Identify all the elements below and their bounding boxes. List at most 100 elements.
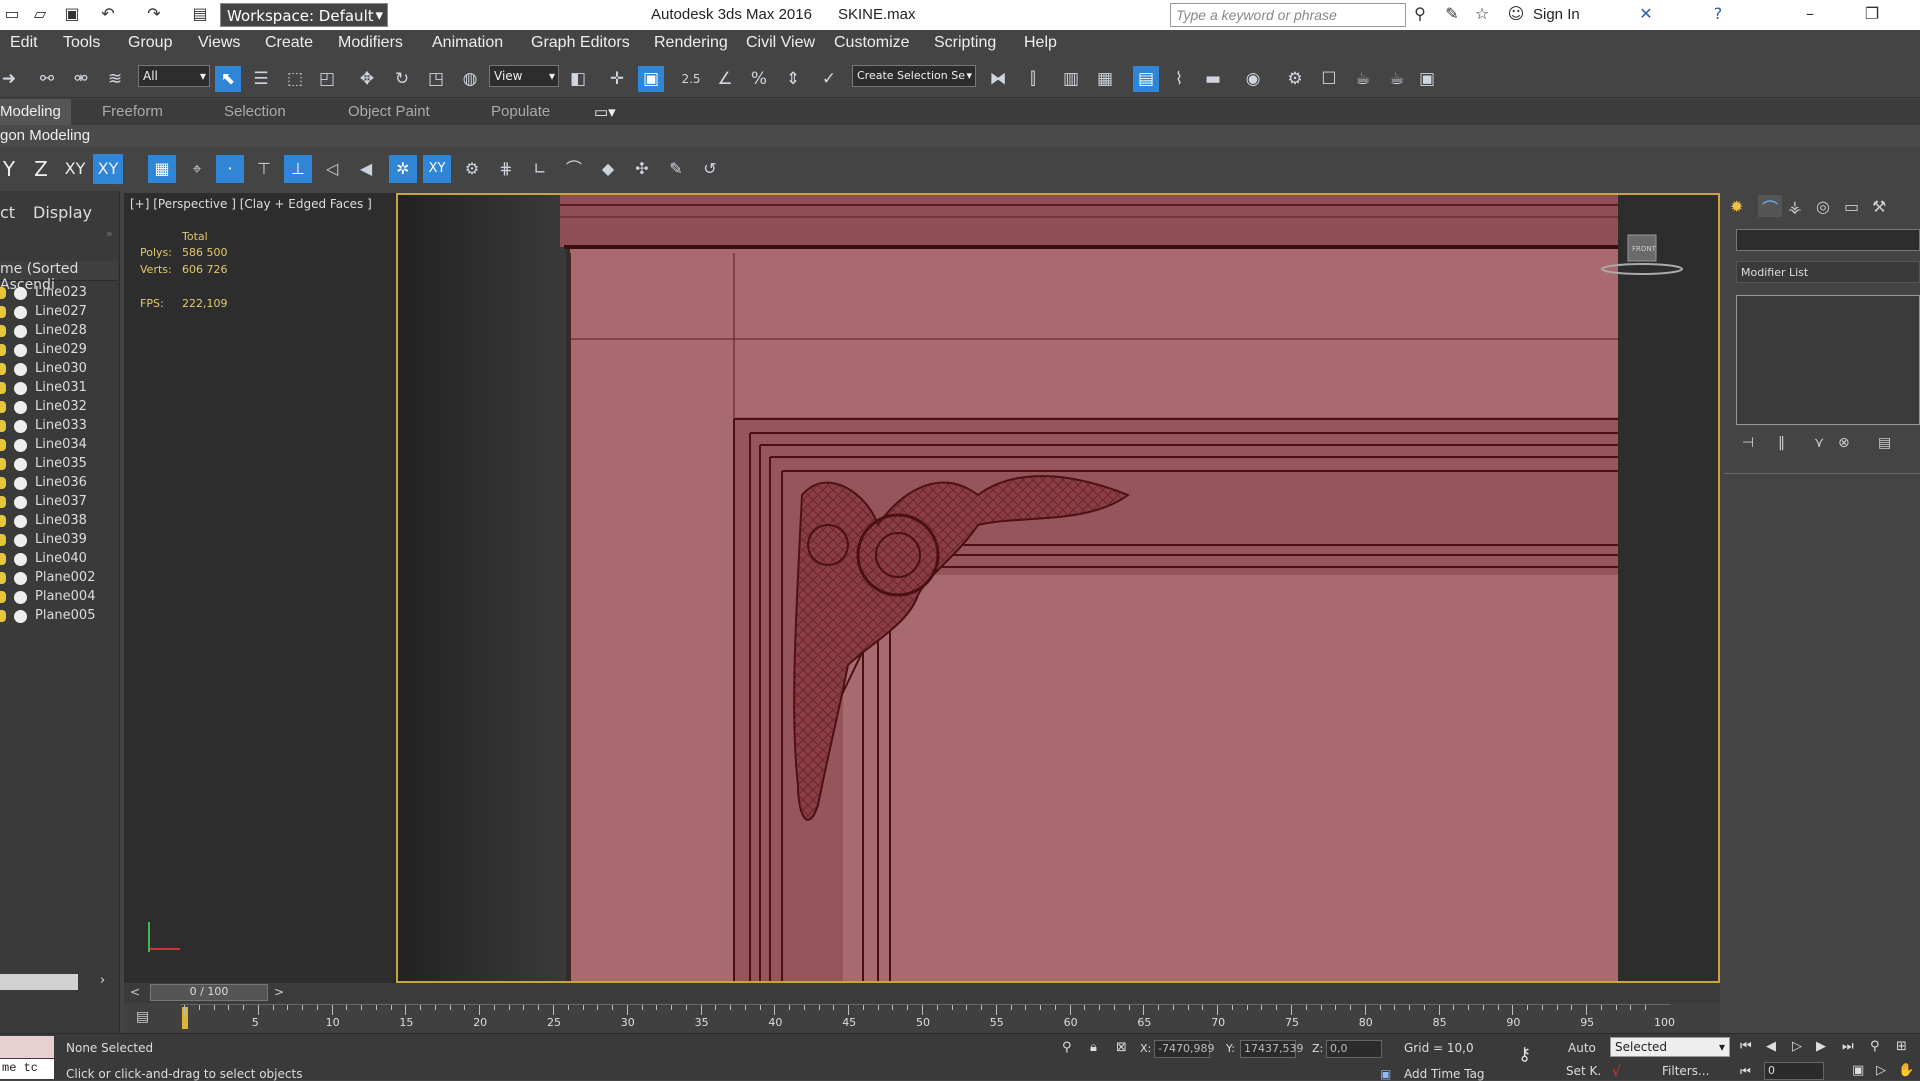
scale-icon[interactable]: ◳ bbox=[423, 66, 449, 92]
list-item[interactable]: Line030 bbox=[0, 360, 118, 379]
user-icon[interactable]: ☺ bbox=[1506, 5, 1526, 23]
grid-snap-icon[interactable]: ▦ bbox=[148, 155, 176, 183]
keyboard-shortcut-override-icon[interactable]: ▣ bbox=[638, 66, 664, 92]
search-input[interactable]: Type a keyword or phrase bbox=[1170, 3, 1406, 27]
list-item[interactable]: Line037 bbox=[0, 493, 118, 512]
track-bar[interactable]: ▤ 5 10 15 20 25 30 35 40 45 50 55 60 65 70 75 80 85 90 95 1… bbox=[124, 1003, 1720, 1033]
lightbulb-icon[interactable] bbox=[0, 401, 6, 413]
a360-render-icon[interactable]: ▣ bbox=[1414, 66, 1440, 92]
workspace-dropdown[interactable]: Workspace: Default ▾ bbox=[220, 3, 388, 27]
freeze-icon[interactable] bbox=[14, 591, 27, 604]
create-tab-icon[interactable]: ✹ bbox=[1730, 197, 1743, 216]
favorites-star-icon[interactable]: ☆ bbox=[1472, 5, 1492, 23]
time-tag-icon[interactable]: ▣ bbox=[1380, 1067, 1391, 1081]
freeze-icon[interactable] bbox=[14, 496, 27, 509]
freeze-icon[interactable] bbox=[14, 420, 27, 433]
select-object-icon[interactable]: ⬉ bbox=[215, 66, 241, 92]
axis-z-button[interactable]: Z bbox=[26, 154, 56, 184]
key-mode-icon[interactable]: ⏮︎ bbox=[1740, 1064, 1751, 1079]
pivot-point-snap-icon[interactable]: ✎ bbox=[662, 155, 690, 183]
grid-points-icon[interactable]: ⋕ bbox=[492, 155, 520, 183]
endpoint-snap-icon[interactable]: ⊤ bbox=[250, 155, 278, 183]
current-frame-marker[interactable] bbox=[182, 1007, 188, 1029]
unlink-icon[interactable]: ⚮ bbox=[68, 66, 94, 92]
freeze-icon[interactable] bbox=[14, 363, 27, 376]
freeze-icon[interactable] bbox=[14, 477, 27, 490]
redo-icon[interactable]: ↷ bbox=[144, 5, 164, 23]
add-time-tag[interactable]: Add Time Tag bbox=[1404, 1067, 1485, 1081]
curve-editor-icon[interactable]: ⌇ bbox=[1166, 66, 1192, 92]
current-frame-field[interactable]: 0 bbox=[1764, 1062, 1824, 1080]
lightbulb-icon[interactable] bbox=[0, 553, 6, 565]
key-filters-button[interactable]: Filters... bbox=[1662, 1064, 1709, 1078]
list-item[interactable]: Line023 bbox=[0, 284, 118, 303]
move-icon[interactable]: ✥ bbox=[354, 66, 380, 92]
snap-axis-constraint-icon[interactable]: XY bbox=[423, 155, 451, 183]
project-folder-icon[interactable]: ▤ bbox=[190, 5, 210, 23]
select-by-name-icon[interactable]: ☰ bbox=[248, 66, 274, 92]
maxscript-listener-pink[interactable] bbox=[0, 1036, 54, 1058]
time-config-icon[interactable]: ▣ bbox=[1852, 1063, 1864, 1078]
render-production-icon[interactable]: ☕ bbox=[1350, 66, 1376, 92]
lightbulb-icon[interactable] bbox=[0, 287, 6, 299]
display-tab-icon[interactable]: ▭ bbox=[1844, 197, 1859, 216]
rotate-icon[interactable]: ↻ bbox=[389, 66, 415, 92]
named-selection-set-dropdown[interactable]: Create Selection Se ▾ bbox=[852, 65, 976, 87]
horizontal-scrollbar[interactable] bbox=[0, 974, 78, 990]
scene-tab-display[interactable]: Display bbox=[33, 203, 92, 222]
menu-civil-view[interactable]: Civil View bbox=[746, 34, 815, 52]
list-item[interactable]: Line039 bbox=[0, 531, 118, 550]
configure-sets-icon[interactable]: ▤ bbox=[1878, 435, 1891, 451]
motion-tab-icon[interactable]: ◎ bbox=[1816, 197, 1830, 216]
freeze-icon[interactable] bbox=[14, 610, 27, 623]
list-item[interactable]: Line032 bbox=[0, 398, 118, 417]
modifier-stack[interactable] bbox=[1736, 295, 1920, 425]
menu-tools[interactable]: Tools bbox=[63, 34, 100, 52]
angle-snap-icon[interactable]: ∠ bbox=[712, 66, 738, 92]
list-item[interactable]: Plane005 bbox=[0, 607, 118, 626]
list-item[interactable]: Line036 bbox=[0, 474, 118, 493]
list-item[interactable]: Plane004 bbox=[0, 588, 118, 607]
layer-explorer-icon[interactable]: ▥ bbox=[1058, 66, 1084, 92]
snap-settings-icon[interactable]: ⚙ bbox=[458, 155, 486, 183]
placement-icon[interactable]: ◍ bbox=[457, 66, 483, 92]
menu-modifiers[interactable]: Modifiers bbox=[338, 34, 403, 52]
lightbulb-icon[interactable] bbox=[0, 306, 6, 318]
viewport-label-menu[interactable]: [+] [Perspective ] [Clay + Edged Faces ] bbox=[130, 197, 372, 211]
percent-snap-icon[interactable]: % bbox=[746, 66, 772, 92]
rectangular-selection-icon[interactable]: ⬚ bbox=[282, 66, 308, 92]
menu-group[interactable]: Group bbox=[128, 34, 172, 52]
reference-coordinate-dropdown[interactable]: View ▾ bbox=[489, 65, 559, 87]
time-slider[interactable]: 0 / 100 bbox=[150, 984, 268, 1001]
set-key-curve-icon[interactable]: √ bbox=[1612, 1064, 1621, 1080]
perspective-viewport[interactable]: FRONT bbox=[396, 193, 1720, 983]
expand-panel-icon[interactable]: » bbox=[106, 227, 113, 240]
menu-create[interactable]: Create bbox=[265, 34, 313, 52]
menu-scripting[interactable]: Scripting bbox=[934, 34, 996, 52]
freeze-icon[interactable] bbox=[14, 458, 27, 471]
minimize-icon[interactable]: – bbox=[1800, 5, 1820, 23]
spinner-snap-icon[interactable]: ⇕ bbox=[780, 66, 806, 92]
snap-toggle-icon[interactable]: 2.5 bbox=[678, 66, 704, 92]
list-item[interactable]: Line029 bbox=[0, 341, 118, 360]
edit-named-selection-icon[interactable]: ✓ bbox=[816, 66, 842, 92]
object-name-field[interactable] bbox=[1736, 229, 1920, 251]
render-iterative-icon[interactable]: ☕ bbox=[1384, 66, 1410, 92]
menu-animation[interactable]: Animation bbox=[432, 34, 503, 52]
help-icon[interactable]: ? bbox=[1708, 5, 1728, 23]
open-file-icon[interactable]: ▱ bbox=[30, 5, 50, 23]
ribbon-options-icon[interactable]: ▭▾ bbox=[594, 103, 616, 121]
edge-snap-icon[interactable]: ◁ bbox=[318, 155, 346, 183]
tab-modeling[interactable]: Modeling bbox=[0, 99, 71, 125]
absolute-mode-icon[interactable]: ⊠ bbox=[1116, 1040, 1127, 1055]
align-icon[interactable]: ⫿ bbox=[1020, 66, 1046, 92]
lightbulb-icon[interactable] bbox=[0, 458, 6, 470]
modify-tab-icon[interactable]: ⌒ bbox=[1758, 195, 1782, 218]
zoom-all-icon[interactable]: ⊞ bbox=[1896, 1039, 1907, 1054]
sign-in-link[interactable]: Sign In bbox=[1533, 6, 1580, 23]
make-unique-icon[interactable]: ⋎ bbox=[1814, 435, 1824, 451]
go-to-end-icon[interactable]: ⏭︎ bbox=[1842, 1039, 1854, 1054]
axis-xy-button[interactable]: XY bbox=[60, 154, 90, 184]
y-coordinate-field[interactable]: 17437,539 bbox=[1240, 1040, 1304, 1058]
set-key-button[interactable]: Set K. bbox=[1566, 1064, 1601, 1078]
